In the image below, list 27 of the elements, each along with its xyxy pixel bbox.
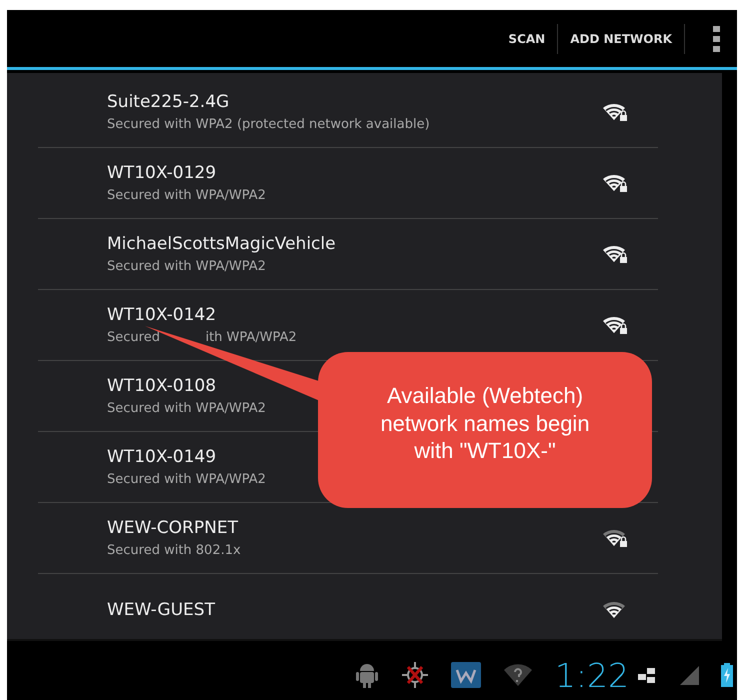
network-name[interactable]: WT10X-0142	[107, 305, 297, 325]
network-security: Secured with WPA/WPA2	[107, 259, 267, 274]
network-name[interactable]: WT10X-0149	[107, 447, 266, 467]
action-button[interactable]: SCAN	[500, 22, 554, 54]
debug-crossed-icon	[400, 661, 429, 689]
network-security: Secured ith WPA/WPA2	[107, 330, 297, 345]
network-name[interactable]: Suite225-2.4G	[107, 92, 430, 112]
network-security: Secured with 802.1x	[107, 543, 241, 558]
battery-charging-icon	[721, 663, 733, 687]
network-name[interactable]: MichaelScottsMagicVehicle	[107, 234, 336, 254]
callout-bubble: Available (Webtech) network names begin with "WT10X-"	[318, 352, 652, 508]
network-name[interactable]: WEW-CORPNET	[107, 518, 241, 538]
cell-signal-icon	[679, 665, 699, 685]
wifi-question-icon	[502, 663, 533, 687]
network-name[interactable]: WT10X-0108	[107, 376, 266, 396]
network-security: Secured with WPA/WPA2	[107, 401, 266, 416]
clock-time: 1:22	[554, 656, 629, 694]
network-security: Secured with WPA/WPA2	[107, 188, 266, 203]
action-button[interactable]: ADD NETWORK	[562, 22, 680, 54]
android-robot-icon	[354, 662, 379, 688]
w-app-icon	[450, 662, 481, 688]
network-security: Secured with WPA2 (protected network available)	[107, 117, 430, 132]
network-name[interactable]: WT10X-0129	[107, 163, 266, 183]
network-security: Secured with WPA/WPA2	[107, 472, 266, 487]
network-icon	[637, 666, 657, 684]
network-name[interactable]: WEW-GUEST	[107, 600, 215, 620]
overflow-menu-icon[interactable]	[713, 26, 721, 52]
